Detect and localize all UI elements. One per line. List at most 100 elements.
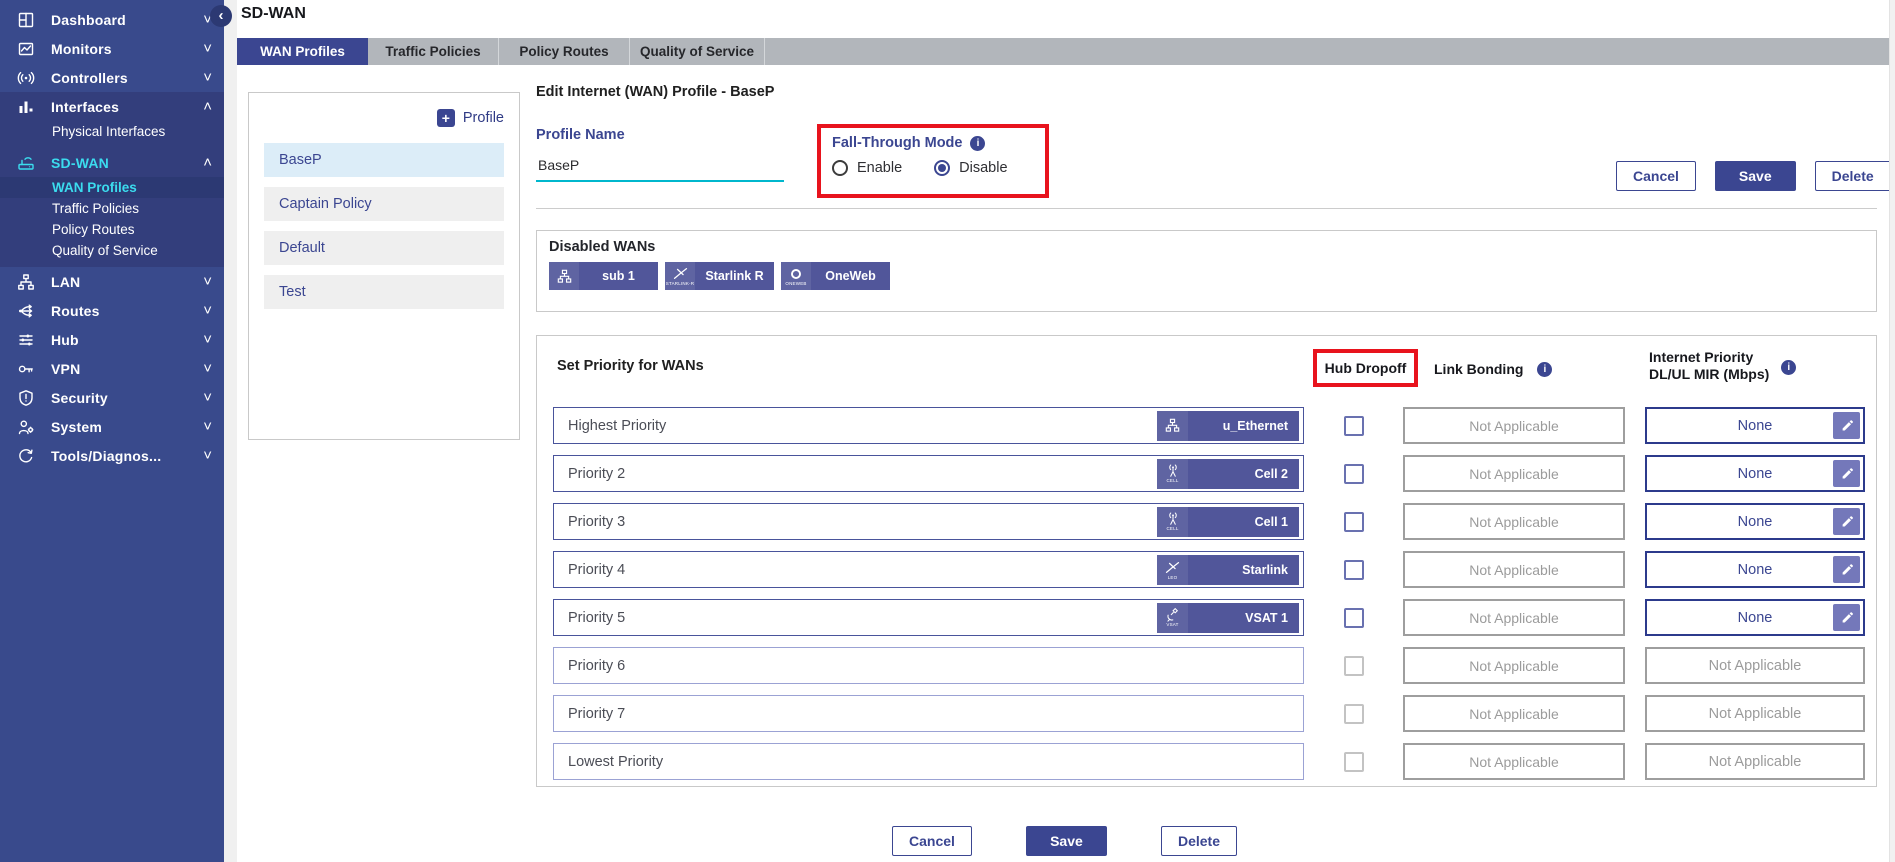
tab-bar: WAN Profiles Traffic PoliciesPolicy Route… <box>237 38 1889 65</box>
sidebar-subitem-label: Policy Routes <box>52 222 135 237</box>
wan-chip-label: OneWeb <box>811 262 890 290</box>
link-bonding-field[interactable]: Not Applicable <box>1403 407 1625 444</box>
sidebar-item-label: Controllers <box>51 70 128 86</box>
tab-wan-profiles[interactable]: WAN Profiles <box>237 38 368 65</box>
tab-quality-of-service[interactable]: Quality of Service <box>630 38 765 65</box>
hub-dropoff-highlight: Hub Dropoff <box>1313 349 1418 387</box>
tab-label: WAN Profiles <box>260 44 345 59</box>
tab-policy-routes[interactable]: Policy Routes <box>499 38 630 65</box>
sidebar-item-system[interactable]: System˅ <box>0 412 224 441</box>
wan-chip-label: Starlink <box>1188 555 1299 585</box>
hub-dropoff-checkbox[interactable] <box>1344 704 1364 724</box>
sidebar-group-routes: Routes ˅ <box>0 296 224 325</box>
sidebar-item-wan-profiles[interactable]: WAN Profiles <box>0 177 224 198</box>
profile-name-input[interactable] <box>536 150 784 182</box>
sidebar-item-tools-diagnos[interactable]: Tools/Diagnos... ˅ <box>0 441 224 470</box>
sidebar-item-routes[interactable]: Routes ˅ <box>0 296 224 325</box>
section-divider <box>536 208 1877 209</box>
hub-dropoff-checkbox[interactable] <box>1344 608 1364 628</box>
sidebar-group-lan: LAN˅ <box>0 267 224 296</box>
priority-slot-priority-3[interactable]: Priority 3CELLCell 1 <box>553 503 1304 540</box>
sidebar-item-lan[interactable]: LAN˅ <box>0 267 224 296</box>
sidebar-item-security[interactable]: Security˅ <box>0 383 224 412</box>
starlink-icon: LEO <box>1157 555 1188 585</box>
hub-dropoff-checkbox[interactable] <box>1344 464 1364 484</box>
internet-priority-field[interactable]: None <box>1645 599 1865 636</box>
hub-dropoff-checkbox[interactable] <box>1344 512 1364 532</box>
sidebar-item-traffic-policies[interactable]: Traffic Policies <box>0 198 224 219</box>
profile-item-default[interactable]: Default <box>264 231 504 265</box>
monitors-icon <box>14 40 38 58</box>
hub-dropoff-checkbox[interactable] <box>1344 416 1364 436</box>
internet-priority-field[interactable]: None <box>1645 455 1865 492</box>
lan-icon <box>14 273 38 291</box>
hub-dropoff-checkbox[interactable] <box>1344 560 1364 580</box>
sidebar-item-monitors[interactable]: Monitors˅ <box>0 34 224 63</box>
edit-pencil-icon[interactable] <box>1833 604 1860 631</box>
cancel-button[interactable]: Cancel <box>892 826 972 856</box>
priority-slot-priority-2[interactable]: Priority 2CELLCell 2 <box>553 455 1304 492</box>
edit-pencil-icon[interactable] <box>1833 412 1860 439</box>
chevron-down-icon: ˅ <box>203 303 212 318</box>
profiles-panel: + Profile BaseP Captain Policy Default Test <box>248 92 520 440</box>
edit-pencil-icon[interactable] <box>1833 508 1860 535</box>
sidebar-item-label: Tools/Diagnos... <box>51 448 161 464</box>
sidebar-group-vpn: VPN˅ <box>0 354 224 383</box>
chevron-down-icon: ˅ <box>203 390 212 405</box>
collapse-sidebar-button[interactable]: ‹ <box>210 5 232 27</box>
add-profile-button[interactable]: + Profile <box>437 109 504 127</box>
profile-item-basep[interactable]: BaseP <box>264 143 504 177</box>
chip-caption: LEO <box>1168 575 1178 580</box>
edit-pencil-icon[interactable] <box>1833 460 1860 487</box>
save-button[interactable]: Save <box>1715 161 1796 191</box>
sidebar-group-sd-wan: SD-WAN˄WAN ProfilesTraffic Policies Polic… <box>0 148 224 267</box>
internet-priority-field[interactable]: None <box>1645 503 1865 540</box>
edit-pencil-icon[interactable] <box>1833 556 1860 583</box>
sidebar-item-dashboard[interactable]: Dashboard˅ <box>0 5 224 34</box>
dashboard-icon <box>14 11 38 29</box>
priority-slot-lowest-priority[interactable]: Lowest Priority <box>553 743 1304 780</box>
sidebar-item-controllers[interactable]: Controllers˅ <box>0 63 224 92</box>
fall-through-disable-option[interactable]: Disable <box>934 160 1007 176</box>
priority-slot-highest-priority[interactable]: Highest Priorityu_Ethernet <box>553 407 1304 444</box>
priority-slot-priority-6[interactable]: Priority 6 <box>553 647 1304 684</box>
tab-traffic-policies[interactable]: Traffic Policies <box>368 38 499 65</box>
sidebar-item-vpn[interactable]: VPN˅ <box>0 354 224 383</box>
sidebar-item-policy-routes[interactable]: Policy Routes <box>0 219 224 240</box>
cancel-button[interactable]: Cancel <box>1616 161 1696 191</box>
sidebar-item-interfaces[interactable]: Interfaces˄ <box>0 92 224 121</box>
internet-priority-field: Not Applicable <box>1645 695 1865 732</box>
fall-through-enable-option[interactable]: Enable <box>832 160 902 176</box>
internet-priority-field[interactable]: None <box>1645 551 1865 588</box>
sidebar-item-sd-wan[interactable]: SD-WAN˄ <box>0 148 224 177</box>
priority-slot-priority-4[interactable]: Priority 4LEOStarlink <box>553 551 1304 588</box>
sidebar-item-label: Routes <box>51 303 100 319</box>
profile-item-test[interactable]: Test <box>264 275 504 309</box>
link-bonding-field[interactable]: Not Applicable <box>1403 503 1625 540</box>
internet-priority-field[interactable]: None <box>1645 407 1865 444</box>
chip-caption: ONEWEB <box>785 281 806 286</box>
chevron-down-icon: ˅ <box>203 448 212 463</box>
delete-button[interactable]: Delete <box>1161 826 1237 856</box>
delete-button[interactable]: Delete <box>1815 161 1891 191</box>
link-bonding-header-label: Link Bonding <box>1434 361 1523 377</box>
info-icon[interactable]: i <box>1781 360 1796 375</box>
save-button[interactable]: Save <box>1026 826 1107 856</box>
link-bonding-field[interactable]: Not Applicable <box>1403 551 1625 588</box>
info-icon[interactable]: i <box>970 136 985 151</box>
chevron-down-icon: ˅ <box>203 361 212 376</box>
hub-dropoff-checkbox[interactable] <box>1344 752 1364 772</box>
priority-slot-priority-7[interactable]: Priority 7 <box>553 695 1304 732</box>
page-scrollbar[interactable] <box>1889 0 1895 862</box>
internet-priority-value: Not Applicable <box>1709 706 1802 722</box>
sidebar-item-quality-of-service[interactable]: Quality of Service <box>0 240 224 261</box>
priority-slot-priority-5[interactable]: Priority 5VSATVSAT 1 <box>553 599 1304 636</box>
hub-dropoff-checkbox[interactable] <box>1344 656 1364 676</box>
wan-chip-label: sub 1 <box>579 262 658 290</box>
link-bonding-field[interactable]: Not Applicable <box>1403 599 1625 636</box>
sidebar-item-physical-interfaces[interactable]: Physical Interfaces <box>0 121 224 142</box>
info-icon[interactable]: i <box>1537 362 1552 377</box>
link-bonding-field[interactable]: Not Applicable <box>1403 455 1625 492</box>
profile-item-captain-policy[interactable]: Captain Policy <box>264 187 504 221</box>
sidebar-item-hub[interactable]: Hub˅ <box>0 325 224 354</box>
